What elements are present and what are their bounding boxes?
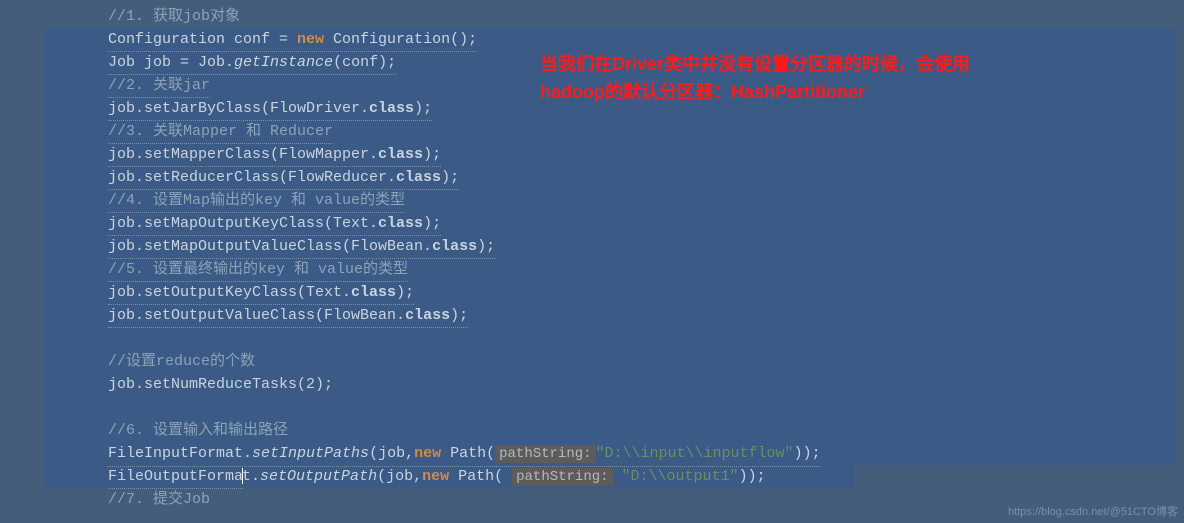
- code-line: //4. 设置Map输出的key 和 value的类型: [0, 189, 1184, 212]
- code-text: job.setReducerClass(FlowReducer.: [108, 169, 396, 186]
- code-line: //7. 提交Job: [0, 488, 1184, 511]
- code-line: job.setReducerClass(FlowReducer.class);: [0, 166, 1184, 189]
- comment-text: //7. 提交Job: [108, 491, 210, 508]
- code-line-blank: [0, 327, 1184, 350]
- code-text: job.setJarByClass(FlowDriver.: [108, 100, 369, 117]
- code-text: Configuration conf =: [108, 31, 297, 48]
- code-text: );: [423, 215, 441, 232]
- code-line: Job job = Job.getInstance(conf);: [0, 51, 1184, 74]
- code-editor[interactable]: //1. 获取job对象 Configuration conf = new Co…: [0, 0, 1184, 511]
- code-line: job.setNumReduceTasks(2);: [0, 373, 1184, 396]
- keyword-class: class: [405, 307, 450, 324]
- code-line: job.setMapOutputValueClass(FlowBean.clas…: [0, 235, 1184, 258]
- code-line: //1. 获取job对象: [0, 5, 1184, 28]
- code-text: );: [441, 169, 459, 186]
- code-text: Path(: [441, 445, 495, 462]
- code-line: //6. 设置输入和输出路径: [0, 419, 1184, 442]
- code-line: job.setOutputValueClass(FlowBean.class);: [0, 304, 1184, 327]
- keyword-class: class: [432, 238, 477, 255]
- keyword-class: class: [369, 100, 414, 117]
- comment-text: //设置reduce的个数: [108, 353, 255, 370]
- code-text: );: [414, 100, 432, 117]
- string-literal: "D:\\output1": [613, 468, 739, 485]
- code-line: job.setMapOutputKeyClass(Text.class);: [0, 212, 1184, 235]
- code-text: (job,: [369, 445, 414, 462]
- code-text: (job,: [377, 468, 422, 485]
- static-method: getInstance: [234, 54, 333, 71]
- keyword-new: new: [422, 468, 449, 485]
- code-line-blank: [0, 396, 1184, 419]
- code-text: job.setOutputValueClass(FlowBean.: [108, 307, 405, 324]
- keyword-new: new: [297, 31, 324, 48]
- code-line: Configuration conf = new Configuration()…: [0, 28, 1184, 51]
- code-line: //3. 关联Mapper 和 Reducer: [0, 120, 1184, 143]
- code-line: job.setOutputKeyClass(Text.class);: [0, 281, 1184, 304]
- comment-text: //1. 获取job对象: [108, 8, 240, 25]
- code-line: //设置reduce的个数: [0, 350, 1184, 373]
- code-line: //5. 设置最终输出的key 和 value的类型: [0, 258, 1184, 281]
- code-text: );: [450, 307, 468, 324]
- code-text: );: [396, 284, 414, 301]
- string-literal: "D:\\input\\inputflow": [596, 445, 794, 462]
- code-line: job.setJarByClass(FlowDriver.class);: [0, 97, 1184, 120]
- comment-text: //3. 关联Mapper 和 Reducer: [108, 123, 333, 140]
- code-text: );: [477, 238, 495, 255]
- code-text: Path(: [449, 468, 512, 485]
- code-text: job.setMapOutputKeyClass(Text.: [108, 215, 378, 232]
- code-text: job.setMapOutputValueClass(FlowBean.: [108, 238, 432, 255]
- code-line: //2. 关联jar: [0, 74, 1184, 97]
- code-text: FileOutputForma: [108, 468, 243, 485]
- code-text: job.setOutputKeyClass(Text.: [108, 284, 351, 301]
- code-line: job.setMapperClass(FlowMapper.class);: [0, 143, 1184, 166]
- comment-text: //4. 设置Map输出的key 和 value的类型: [108, 192, 405, 209]
- watermark-text: https://blog.csdn.net/@51CTO博客: [1008, 503, 1178, 519]
- code-text: );: [423, 146, 441, 163]
- param-hint: pathString:: [512, 468, 612, 486]
- code-text: Configuration();: [324, 31, 477, 48]
- keyword-class: class: [351, 284, 396, 301]
- code-line: FileOutputFormat.setOutputPath(job,new P…: [0, 465, 1184, 488]
- code-text: (conf);: [333, 54, 396, 71]
- static-method: setInputPaths: [252, 445, 369, 462]
- param-hint: pathString:: [495, 445, 595, 463]
- keyword-class: class: [378, 146, 423, 163]
- code-text: job.setNumReduceTasks(2);: [108, 376, 333, 393]
- keyword-new: new: [414, 445, 441, 462]
- code-text: ));: [739, 468, 766, 485]
- comment-text: //2. 关联jar: [108, 77, 210, 94]
- comment-text: //5. 设置最终输出的key 和 value的类型: [108, 261, 408, 278]
- comment-text: //6. 设置输入和输出路径: [108, 422, 288, 439]
- code-text: ));: [794, 445, 821, 462]
- code-text: t.: [242, 468, 260, 485]
- keyword-class: class: [396, 169, 441, 186]
- keyword-class: class: [378, 215, 423, 232]
- code-text: FileInputFormat.: [108, 445, 252, 462]
- code-text: job.setMapperClass(FlowMapper.: [108, 146, 378, 163]
- code-line: FileInputFormat.setInputPaths(job,new Pa…: [0, 442, 1184, 465]
- static-method: setOutputPath: [260, 468, 377, 485]
- code-text: Job job = Job.: [108, 54, 234, 71]
